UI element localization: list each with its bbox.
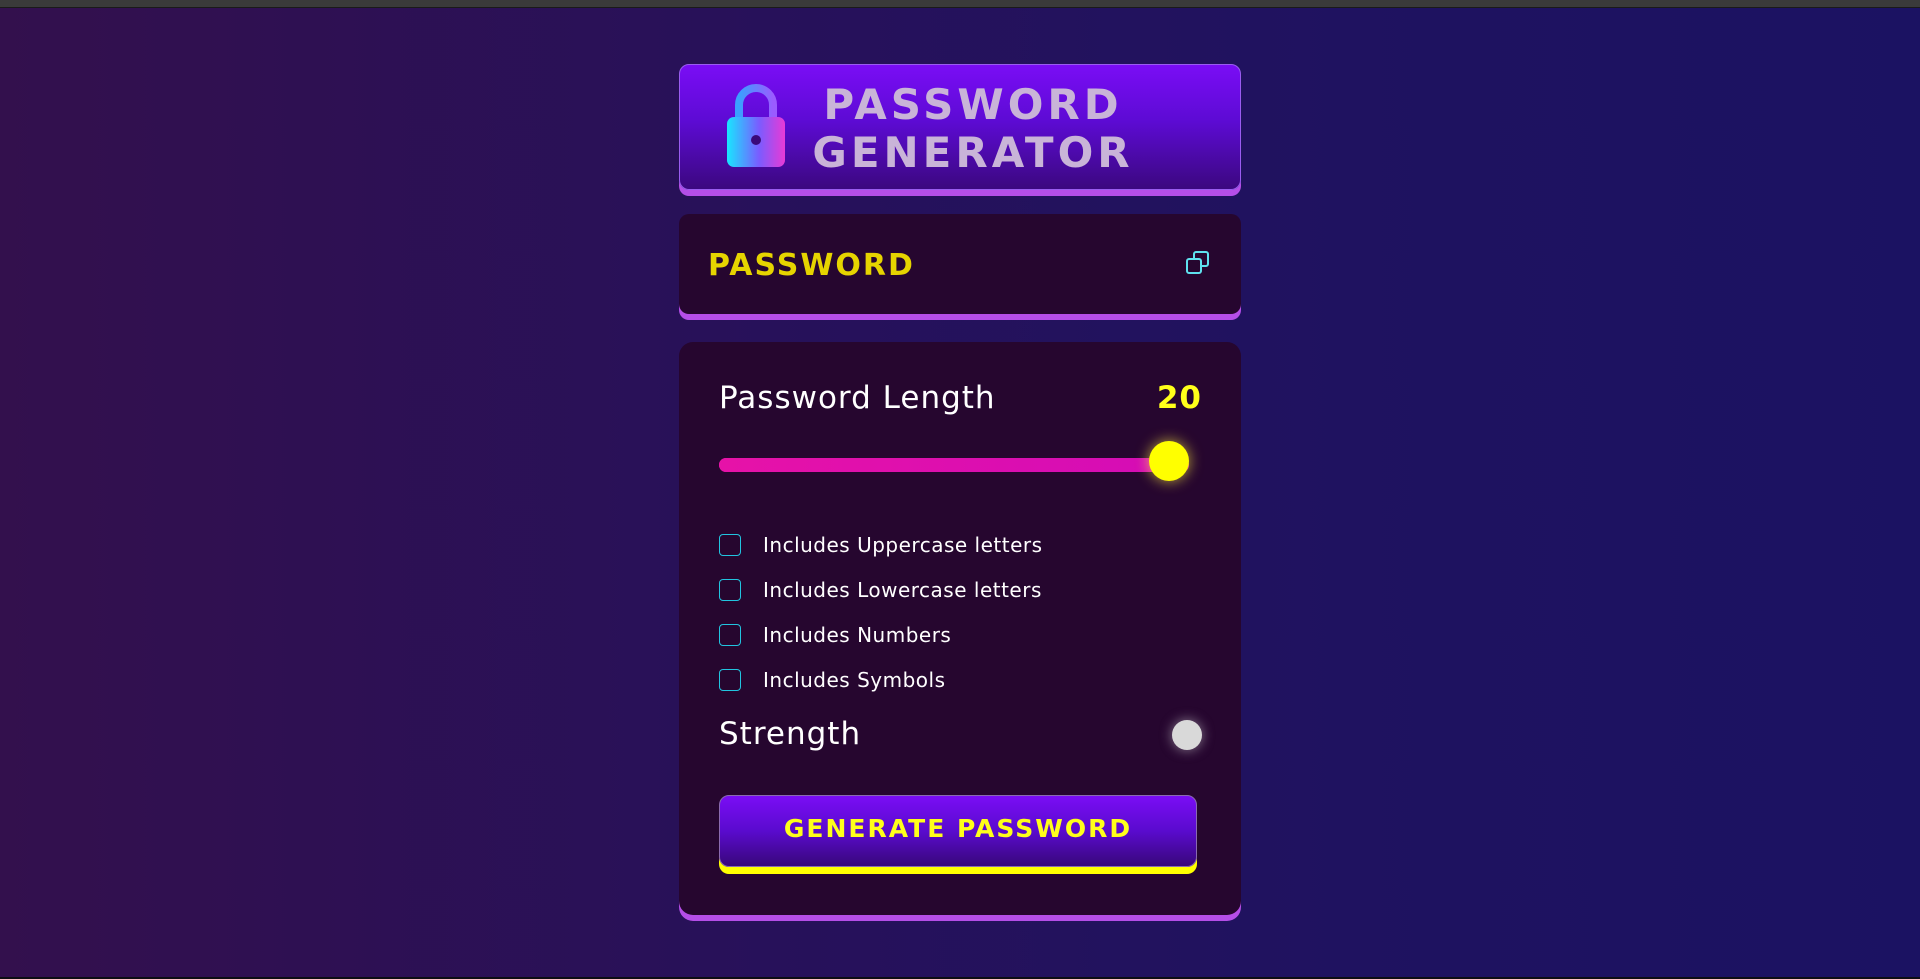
length-slider-thumb[interactable] bbox=[1149, 441, 1189, 481]
password-generator-app: PASSWORD GENERATOR PASSWORD Password Len… bbox=[679, 64, 1241, 915]
option-uppercase[interactable]: Includes Uppercase letters bbox=[719, 522, 1189, 567]
symbols-checkbox[interactable] bbox=[719, 668, 741, 691]
settings-card: Password Length 20 Includes Uppercase le… bbox=[679, 342, 1241, 915]
length-slider-track[interactable] bbox=[719, 458, 1189, 472]
option-lowercase-label: Includes Lowercase letters bbox=[763, 577, 1042, 602]
generate-password-button[interactable]: GENERATE PASSWORD bbox=[719, 795, 1197, 867]
strength-label: Strength bbox=[719, 716, 862, 752]
options-list: Includes Uppercase letters Includes Lowe… bbox=[719, 522, 1189, 702]
app-title-line1: PASSWORD bbox=[823, 80, 1123, 129]
app-title: PASSWORD GENERATOR bbox=[808, 81, 1138, 177]
password-length-label: Password Length bbox=[719, 380, 996, 416]
option-symbols-label: Includes Symbols bbox=[763, 667, 946, 692]
header-card: PASSWORD GENERATOR bbox=[679, 64, 1241, 190]
option-symbols[interactable]: Includes Symbols bbox=[719, 657, 1189, 702]
lock-icon bbox=[727, 84, 785, 167]
strength-indicator bbox=[1172, 720, 1202, 750]
option-lowercase[interactable]: Includes Lowercase letters bbox=[719, 567, 1189, 612]
generate-password-label: GENERATE PASSWORD bbox=[783, 813, 1133, 843]
option-numbers[interactable]: Includes Numbers bbox=[719, 612, 1189, 657]
option-numbers-label: Includes Numbers bbox=[763, 622, 952, 647]
option-uppercase-label: Includes Uppercase letters bbox=[763, 532, 1043, 557]
copy-icon[interactable] bbox=[1185, 250, 1211, 276]
password-length-value: 20 bbox=[1156, 380, 1202, 416]
uppercase-checkbox[interactable] bbox=[719, 533, 741, 556]
numbers-checkbox[interactable] bbox=[719, 623, 741, 646]
app-title-line2: GENERATOR bbox=[812, 128, 1134, 177]
browser-top-strip bbox=[0, 0, 1920, 8]
password-output: PASSWORD bbox=[708, 248, 915, 283]
lowercase-checkbox[interactable] bbox=[719, 578, 741, 601]
length-slider-fill bbox=[719, 458, 1189, 472]
password-display-card: PASSWORD bbox=[679, 214, 1241, 314]
